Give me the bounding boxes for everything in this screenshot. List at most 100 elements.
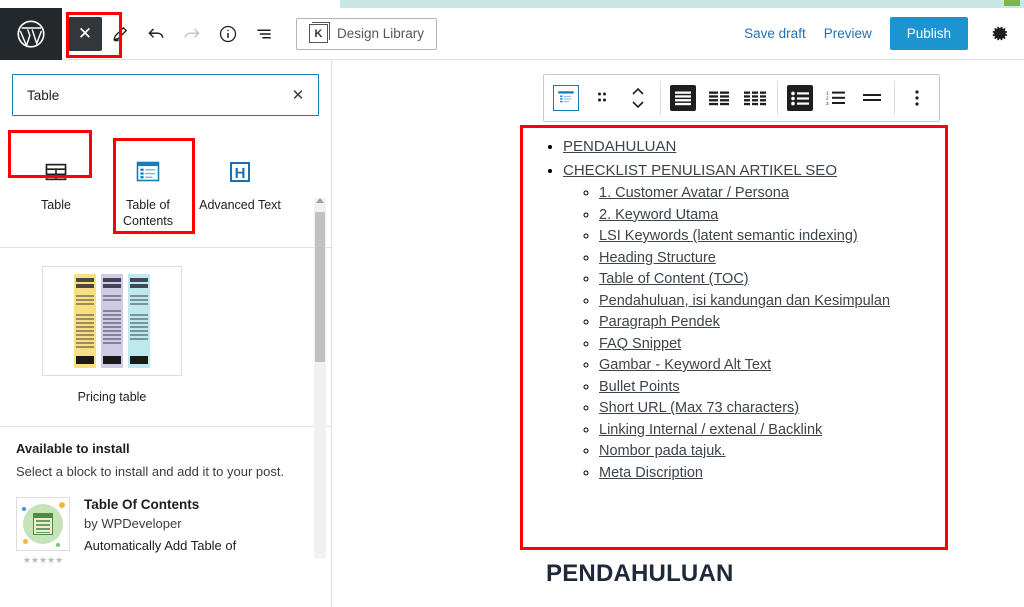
toc-subitem[interactable]: Nombor pada tajuk.: [599, 442, 939, 460]
bulleted-list-icon[interactable]: [782, 75, 818, 121]
toc-link[interactable]: 1. Customer Avatar / Persona: [599, 185, 789, 201]
block-inserter-panel: ✕ Table: [0, 60, 332, 607]
two-column-icon[interactable]: [701, 75, 737, 121]
strip-green-marker: [1004, 0, 1020, 6]
move-up-down-icon[interactable]: [620, 75, 656, 121]
svg-text:3: 3: [826, 101, 829, 106]
toc-item[interactable]: PENDAHULUAN: [563, 138, 939, 156]
plugin-description: Automatically Add Table of: [84, 538, 237, 554]
save-draft-button[interactable]: Save draft: [744, 26, 806, 41]
toc-subitem[interactable]: Paragraph Pendek: [599, 313, 939, 331]
scrollbar-thumb[interactable]: [315, 212, 325, 362]
block-item-table[interactable]: Table: [10, 150, 102, 229]
editor-header: ✕ K Design Library Save draft Preview Pu…: [0, 7, 1024, 60]
toc-link[interactable]: Pendahuluan, isi kandungan dan Kesimpula…: [599, 293, 890, 309]
inserter-search-area: ✕: [0, 60, 331, 128]
install-section-title: Available to install: [16, 441, 130, 457]
toolbar-group-more: [895, 75, 939, 121]
pricing-table-preview[interactable]: [42, 266, 182, 377]
three-column-icon[interactable]: [737, 75, 773, 121]
block-item-advanced-text[interactable]: H Advanced Text: [194, 150, 286, 229]
block-item-table-of-contents[interactable]: Table of Contents: [102, 150, 194, 229]
pattern-results: Pricing table: [0, 248, 331, 414]
numbered-list-icon[interactable]: 1 2 3: [818, 75, 854, 121]
redo-icon[interactable]: [174, 16, 210, 52]
block-label: Advanced Text: [199, 198, 281, 212]
toc-link[interactable]: FAQ Snippet: [599, 336, 681, 352]
block-label: Table of Contents: [122, 198, 174, 228]
list-view-icon[interactable]: [246, 16, 282, 52]
toc-level-1-list: PENDAHULUAN CHECKLIST PENULISAN ARTIKEL …: [563, 138, 939, 482]
available-to-install-section: Available to install Select a block to i…: [0, 427, 331, 566]
search-input[interactable]: [13, 75, 278, 115]
toc-subitem[interactable]: FAQ Snippet: [599, 335, 939, 353]
block-label: Table: [41, 198, 71, 212]
publish-button[interactable]: Publish: [889, 17, 968, 50]
toc-link[interactable]: Table of Content (TOC): [599, 271, 749, 287]
toc-link[interactable]: Gambar - Keyword Alt Text: [599, 357, 771, 373]
toc-link[interactable]: Meta Discription: [599, 465, 703, 481]
plugin-name: Table Of Contents: [84, 497, 200, 513]
block-results-grid: Table Table of Contents H Advanced Text: [0, 128, 331, 247]
toc-link[interactable]: Linking Internal / extenal / Backlink: [599, 422, 822, 438]
plugin-author: by WPDeveloper: [84, 516, 182, 532]
pricing-column-3: [128, 274, 150, 369]
table-of-contents-icon: [134, 156, 162, 188]
drag-handle-icon[interactable]: [584, 75, 620, 121]
undo-icon[interactable]: [138, 16, 174, 52]
toc-subitem[interactable]: LSI Keywords (latent semantic indexing): [599, 227, 939, 245]
editor-screen: ✕ K Design Library Save draft Preview Pu…: [0, 0, 1024, 607]
toc-subitem[interactable]: Heading Structure: [599, 249, 939, 267]
toc-subitem[interactable]: Bullet Points: [599, 378, 939, 396]
header-right-actions: Save draft Preview Publish: [744, 8, 1024, 60]
table-of-contents-block-icon[interactable]: [548, 75, 584, 121]
preview-button[interactable]: Preview: [824, 26, 872, 41]
plugin-list-item[interactable]: ★★★★★ Table Of Contents by WPDeveloper A…: [16, 497, 315, 566]
toc-link[interactable]: Nombor pada tajuk.: [599, 443, 726, 459]
toc-link[interactable]: 2. Keyword Utama: [599, 207, 718, 223]
search-field[interactable]: ✕: [12, 74, 319, 116]
plugin-meta: Table Of Contents by WPDeveloper Automat…: [84, 497, 315, 566]
gear-icon[interactable]: [986, 20, 1014, 48]
toc-subitem[interactable]: Linking Internal / extenal / Backlink: [599, 421, 939, 439]
pricing-column-2: [101, 274, 123, 369]
toc-subitem[interactable]: Meta Discription: [599, 464, 939, 482]
table-icon: [43, 156, 69, 188]
toolbar-group-block: [544, 75, 660, 121]
inserter-scrollbar[interactable]: [314, 198, 326, 558]
toc-item[interactable]: CHECKLIST PENULISAN ARTIKEL SEO 1. Custo…: [563, 162, 939, 482]
toc-subitem[interactable]: 1. Customer Avatar / Persona: [599, 184, 939, 202]
one-column-icon[interactable]: [665, 75, 701, 121]
toc-link[interactable]: Bullet Points: [599, 379, 680, 395]
toc-link[interactable]: PENDAHULUAN: [563, 138, 676, 155]
toc-link[interactable]: CHECKLIST PENULISAN ARTIKEL SEO: [563, 162, 837, 179]
toc-link[interactable]: Heading Structure: [599, 250, 716, 266]
design-library-button[interactable]: K Design Library: [296, 17, 438, 50]
toc-subitem[interactable]: Short URL (Max 73 characters): [599, 399, 939, 417]
pattern-label: Pricing table: [77, 390, 147, 405]
close-inserter-button[interactable]: ✕: [68, 16, 102, 51]
search-clear-button[interactable]: ✕: [278, 75, 318, 115]
pricing-column-1: [74, 274, 96, 369]
toc-link[interactable]: Short URL (Max 73 characters): [599, 400, 799, 416]
scroll-up-arrow-icon[interactable]: [316, 198, 324, 203]
plugin-toc-icon: [16, 497, 70, 552]
design-library-icon: K: [309, 22, 330, 43]
post-heading[interactable]: PENDAHULUAN: [546, 560, 734, 588]
toc-subitem[interactable]: 2. Keyword Utama: [599, 206, 939, 224]
toc-subitem[interactable]: Gambar - Keyword Alt Text: [599, 356, 939, 374]
table-of-contents-block[interactable]: PENDAHULUAN CHECKLIST PENULISAN ARTIKEL …: [523, 128, 945, 496]
table-of-contents-block-highlight: PENDAHULUAN CHECKLIST PENULISAN ARTIKEL …: [520, 125, 948, 550]
toc-subitem[interactable]: Table of Content (TOC): [599, 270, 939, 288]
more-options-kebab-icon[interactable]: [899, 75, 935, 121]
toc-subitem[interactable]: Pendahuluan, isi kandungan dan Kesimpula…: [599, 292, 939, 310]
details-info-icon[interactable]: [210, 16, 246, 52]
toc-link[interactable]: LSI Keywords (latent semantic indexing): [599, 228, 858, 244]
svg-text:H: H: [235, 165, 246, 182]
inserter-results: Table Table of Contents H Advanced Text: [0, 128, 331, 558]
plugin-rating-stars: ★★★★★: [22, 555, 64, 566]
wordpress-logo-icon[interactable]: [0, 7, 62, 60]
toc-link[interactable]: Paragraph Pendek: [599, 314, 720, 330]
edit-pencil-icon[interactable]: [102, 16, 138, 52]
plain-list-icon[interactable]: [854, 75, 890, 121]
